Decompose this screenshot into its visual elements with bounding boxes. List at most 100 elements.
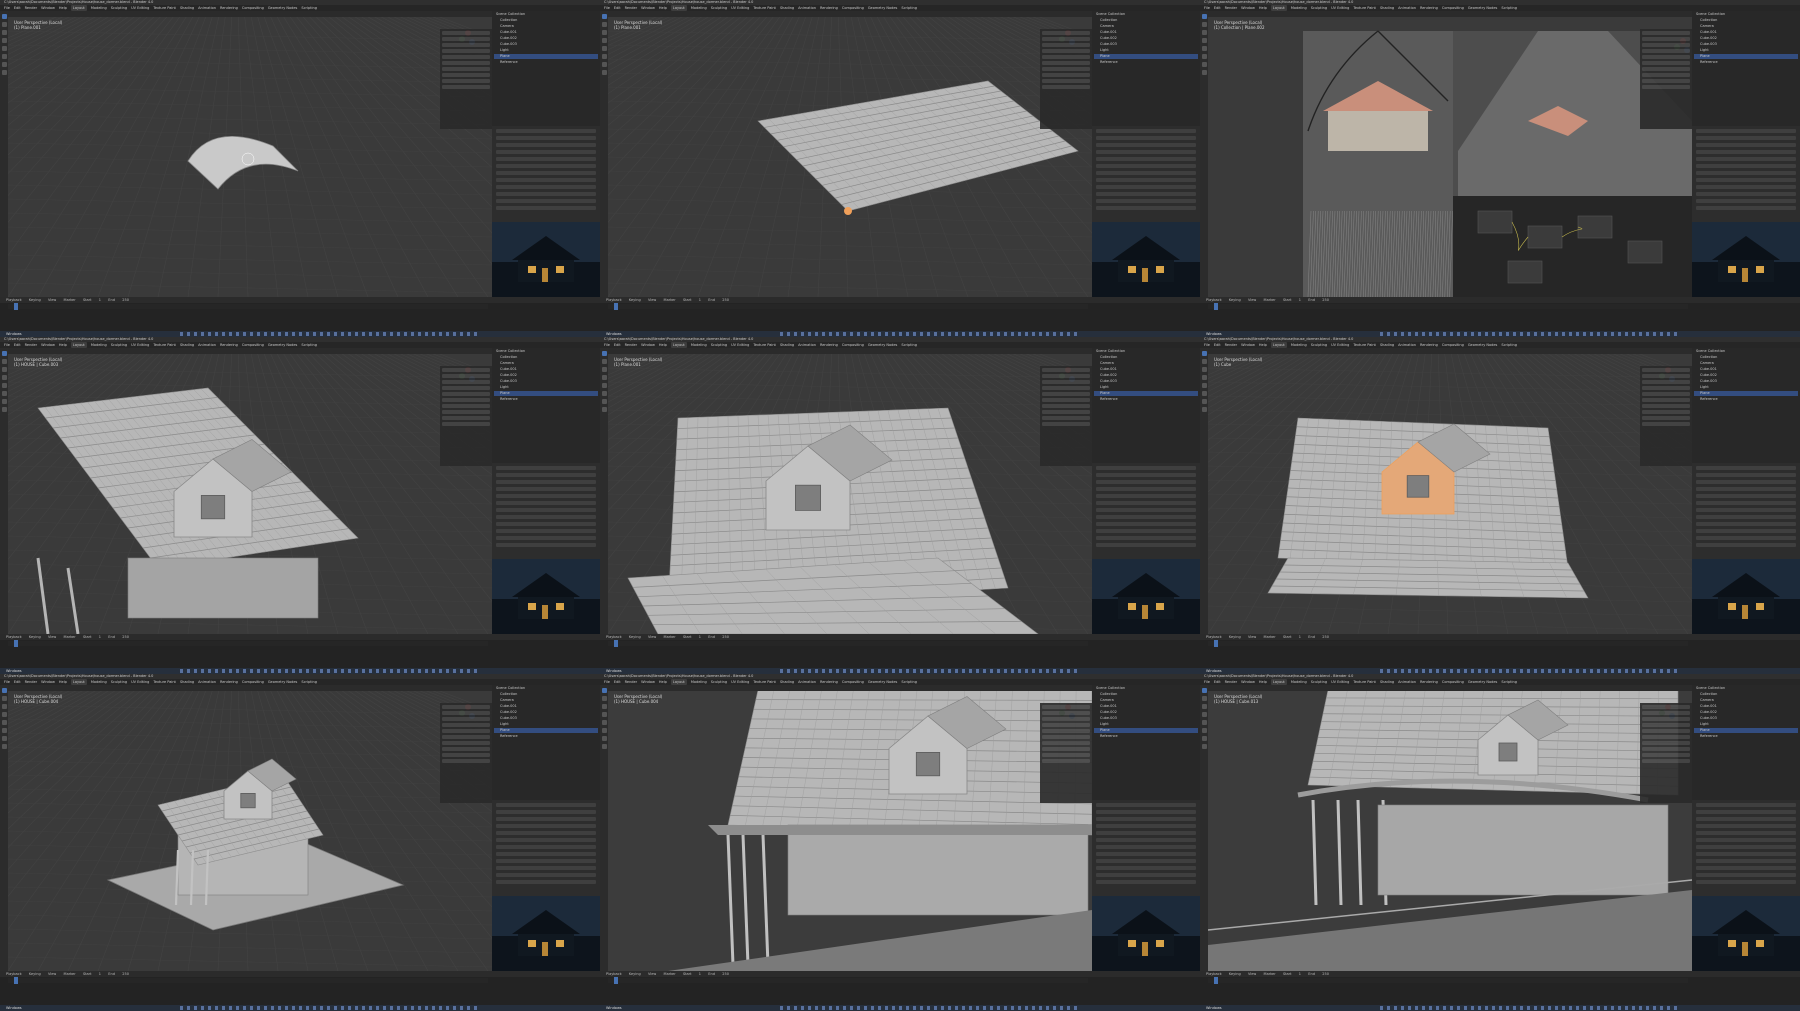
timeline-end[interactable]: 250 [1322, 297, 1329, 303]
outliner-item[interactable]: Plane [1094, 728, 1198, 733]
outliner[interactable]: Scene Collection Collection Camera Cube.001… [492, 348, 600, 463]
scale-tool-icon[interactable] [1, 46, 7, 51]
playhead[interactable] [14, 977, 18, 984]
outliner-item[interactable]: Scene Collection [1694, 686, 1798, 691]
3d-viewport[interactable]: User Perspective (Local) (1) Collection … [1208, 11, 1692, 297]
select-box-icon[interactable] [1, 14, 7, 19]
properties-editor[interactable] [1692, 800, 1800, 896]
outliner-item[interactable]: Camera [494, 361, 598, 366]
outliner-item[interactable]: Cube.003 [494, 379, 598, 384]
timeline-ruler[interactable] [8, 304, 488, 309]
sidebar-n-panel[interactable] [440, 29, 492, 129]
timeline-keying[interactable]: Keying [1229, 297, 1241, 303]
properties-editor[interactable] [492, 463, 600, 559]
timeline-ruler[interactable] [608, 641, 1088, 646]
cursor-icon[interactable] [1, 22, 7, 27]
3d-viewport[interactable]: User Perspective (Local) (1) Cube [1208, 348, 1692, 634]
timeline-view[interactable]: View [1248, 971, 1256, 977]
outliner[interactable]: Scene Collection Collection Camera Cube.001… [1692, 348, 1800, 463]
outliner-item[interactable]: Plane [1694, 391, 1798, 396]
outliner-item[interactable]: Camera [1094, 361, 1198, 366]
outliner-item[interactable]: Light [1694, 385, 1798, 390]
playhead[interactable] [14, 303, 18, 310]
os-taskbar[interactable]: Windows [0, 1005, 600, 1011]
outliner[interactable]: Scene Collection Collection Camera Cube.001… [492, 11, 600, 126]
outliner-item[interactable]: Scene Collection [494, 349, 598, 354]
annotate-icon[interactable] [1, 399, 7, 404]
measure-icon[interactable] [601, 407, 607, 412]
taskbar-start[interactable]: Windows [606, 1005, 622, 1011]
outliner-item[interactable]: Collection [1694, 18, 1798, 23]
select-box-icon[interactable] [1201, 688, 1207, 693]
outliner-item[interactable]: Scene Collection [1694, 12, 1798, 17]
outliner-item[interactable]: Cube.003 [1094, 716, 1198, 721]
outliner-item[interactable]: Cube.003 [494, 716, 598, 721]
timeline-start[interactable]: 1 [99, 634, 101, 640]
taskbar-start[interactable]: Windows [6, 1005, 22, 1011]
timeline-keying[interactable]: Keying [1229, 634, 1241, 640]
playhead[interactable] [1214, 977, 1218, 984]
outliner-item[interactable]: Cube.003 [1694, 42, 1798, 47]
timeline-view[interactable]: View [48, 297, 56, 303]
measure-icon[interactable] [601, 70, 607, 75]
cursor-icon[interactable] [1201, 359, 1207, 364]
outliner-item[interactable]: Reference [1694, 397, 1798, 402]
timeline-view[interactable]: View [1248, 297, 1256, 303]
outliner-item[interactable]: Plane [494, 391, 598, 396]
tool-shelf[interactable] [0, 348, 8, 634]
3d-viewport[interactable]: User Perspective (Local) (1) HOUSE | Cub… [1208, 685, 1692, 971]
select-box-icon[interactable] [1201, 351, 1207, 356]
outliner-item[interactable]: Cube.001 [494, 704, 598, 709]
outliner-item[interactable]: Collection [1694, 692, 1798, 697]
timeline-view[interactable]: View [648, 971, 656, 977]
tool-shelf[interactable] [1200, 348, 1208, 634]
transform-icon[interactable] [1201, 391, 1207, 396]
outliner-item[interactable]: Plane [1094, 54, 1198, 59]
timeline-end[interactable]: 250 [1322, 634, 1329, 640]
outliner[interactable]: Scene Collection Collection Camera Cube.001… [1692, 685, 1800, 800]
move-tool-icon[interactable] [1201, 30, 1207, 35]
sidebar-n-panel[interactable] [1640, 703, 1692, 803]
taskbar-app-icons[interactable] [180, 332, 480, 336]
timeline-view[interactable]: View [648, 634, 656, 640]
outliner-item[interactable]: Camera [494, 24, 598, 29]
outliner-item[interactable]: Cube.002 [1694, 373, 1798, 378]
taskbar-app-icons[interactable] [1380, 1006, 1680, 1010]
timeline-start[interactable]: 1 [1299, 634, 1301, 640]
rotate-tool-icon[interactable] [1201, 38, 1207, 43]
scale-tool-icon[interactable] [601, 720, 607, 725]
timeline[interactable]: Playback Keying View Marker Start 1 End … [0, 297, 600, 331]
move-tool-icon[interactable] [1, 704, 7, 709]
annotate-icon[interactable] [601, 736, 607, 741]
taskbar-app-icons[interactable] [780, 669, 1080, 673]
scale-tool-icon[interactable] [1201, 720, 1207, 725]
annotate-icon[interactable] [1201, 62, 1207, 67]
properties-editor[interactable] [1092, 126, 1200, 222]
annotate-icon[interactable] [1201, 399, 1207, 404]
move-tool-icon[interactable] [1201, 367, 1207, 372]
outliner-item[interactable]: Light [1094, 722, 1198, 727]
outliner-item[interactable]: Cube.002 [494, 36, 598, 41]
sidebar-n-panel[interactable] [1040, 366, 1092, 466]
timeline-view[interactable]: View [48, 634, 56, 640]
timeline-marker[interactable]: Marker [64, 634, 76, 640]
outliner-item[interactable]: Cube.003 [1094, 379, 1198, 384]
outliner-item[interactable]: Cube.001 [494, 30, 598, 35]
taskbar-app-icons[interactable] [780, 332, 1080, 336]
select-box-icon[interactable] [601, 351, 607, 356]
timeline-keying[interactable]: Keying [629, 971, 641, 977]
transform-icon[interactable] [601, 728, 607, 733]
timeline-ruler[interactable] [1208, 641, 1688, 646]
outliner-item[interactable]: Collection [494, 355, 598, 360]
move-tool-icon[interactable] [601, 367, 607, 372]
timeline-view[interactable]: View [648, 297, 656, 303]
properties-editor[interactable] [1092, 463, 1200, 559]
tool-shelf[interactable] [600, 685, 608, 971]
scale-tool-icon[interactable] [1, 720, 7, 725]
timeline-start[interactable]: 1 [699, 971, 701, 977]
cursor-icon[interactable] [1, 696, 7, 701]
timeline-keying[interactable]: Keying [629, 634, 641, 640]
timeline-end[interactable]: 250 [722, 297, 729, 303]
outliner[interactable]: Scene Collection Collection Camera Cube.001… [1092, 348, 1200, 463]
timeline-keying[interactable]: Keying [29, 634, 41, 640]
